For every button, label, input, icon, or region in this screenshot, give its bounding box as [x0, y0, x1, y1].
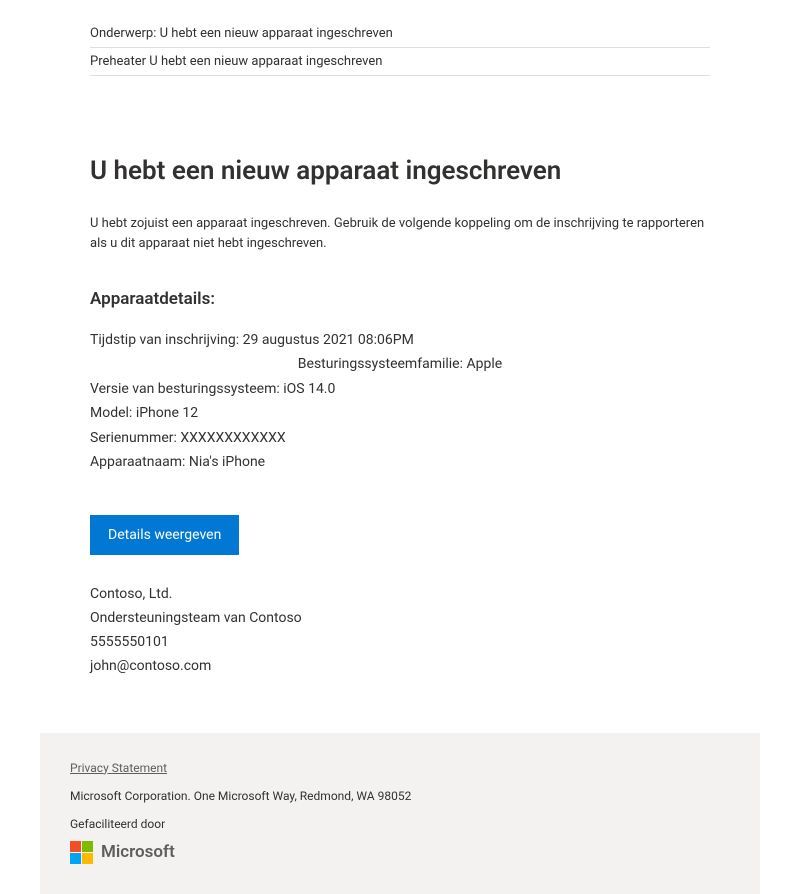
model-row: Model: iPhone 12: [90, 402, 710, 424]
serial-value: XXXXXXXXXXXX: [180, 430, 285, 446]
enrollment-time-label: Tijdstip van inschrijving:: [90, 332, 239, 348]
device-name-row: Apparaatnaam: Nia's iPhone: [90, 451, 710, 473]
preheader-row: Preheater U hebt een nieuw apparaat inge…: [90, 48, 710, 76]
footer: Privacy Statement Microsoft Corporation.…: [40, 733, 760, 894]
preheader-value: U hebt een nieuw apparaat ingeschreven: [149, 54, 382, 69]
serial-row: Serienummer: XXXXXXXXXXXX: [90, 427, 710, 449]
contact-company: Contoso, Ltd.: [90, 583, 710, 607]
email-metadata-header: Onderwerp: U hebt een nieuw apparaat ing…: [0, 0, 800, 76]
model-label: Model:: [90, 405, 132, 421]
view-details-button[interactable]: Details weergeven: [90, 515, 239, 555]
device-name-value: Nia's iPhone: [189, 454, 265, 470]
preheader-label: Preheater: [90, 54, 146, 69]
contact-team: Ondersteuningsteam van Contoso: [90, 607, 710, 631]
enrollment-time-value: 29 augustus 2021 08:06PM: [243, 332, 414, 348]
device-name-label: Apparaatnaam:: [90, 454, 185, 470]
privacy-statement-link[interactable]: Privacy Statement: [70, 761, 167, 775]
microsoft-logo-icon: [70, 841, 93, 864]
os-version-label: Versie van besturingssysteem:: [90, 381, 280, 397]
model-value: iPhone 12: [136, 405, 198, 421]
page-title: U hebt een nieuw apparaat ingeschreven: [90, 156, 710, 186]
microsoft-logo-text: Microsoft: [101, 842, 175, 862]
email-body: U hebt een nieuw apparaat ingeschreven U…: [0, 76, 800, 709]
subject-value: U hebt een nieuw apparaat ingeschreven: [160, 26, 393, 41]
enrollment-time-row: Tijdstip van inschrijving: 29 augustus 2…: [90, 329, 710, 351]
device-details-block: Tijdstip van inschrijving: 29 augustus 2…: [90, 329, 710, 473]
subject-label: Onderwerp:: [90, 26, 156, 41]
os-family-label: Besturingssysteemfamilie:: [298, 356, 463, 372]
serial-label: Serienummer:: [90, 430, 177, 446]
device-details-heading: Apparaatdetails:: [90, 289, 710, 309]
microsoft-logo: Microsoft: [70, 841, 730, 864]
os-family-value: Apple: [467, 356, 503, 372]
contact-phone: 5555550101: [90, 631, 710, 655]
os-family-row: Besturingssysteemfamilie: Apple: [90, 353, 710, 375]
subject-row: Onderwerp: U hebt een nieuw apparaat ing…: [90, 20, 710, 48]
contact-email: john@contoso.com: [90, 655, 710, 679]
intro-text: U hebt zojuist een apparaat ingeschreven…: [90, 214, 710, 253]
os-version-row: Versie van besturingssysteem: iOS 14.0: [90, 378, 710, 400]
microsoft-address: Microsoft Corporation. One Microsoft Way…: [70, 789, 730, 803]
os-version-value: iOS 14.0: [283, 381, 335, 397]
facilitated-by-label: Gefaciliteerd door: [70, 817, 730, 831]
contact-block: Contoso, Ltd. Ondersteuningsteam van Con…: [90, 583, 710, 678]
